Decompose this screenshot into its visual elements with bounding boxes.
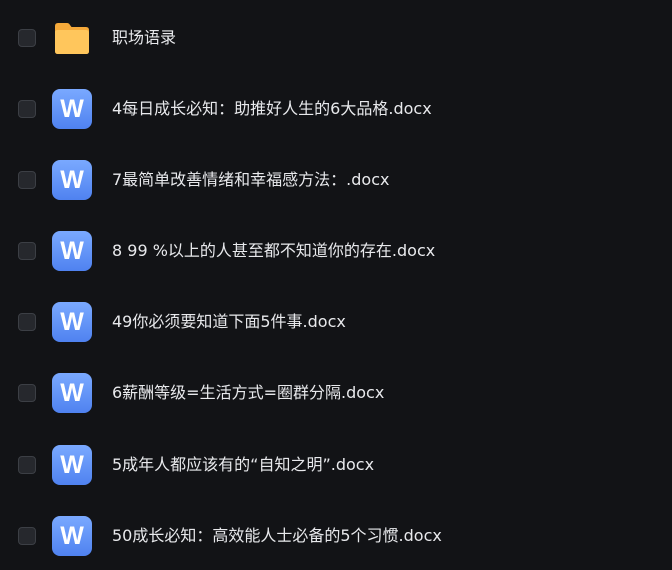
file-row[interactable]: W 4每日成长必知：助推好人生的6大品格.docx — [0, 81, 672, 137]
file-row[interactable]: 职场语录 — [0, 10, 672, 66]
file-name[interactable]: 49你必须要知道下面5件事.docx — [112, 294, 346, 350]
word-doc-icon: W — [52, 160, 92, 200]
file-name[interactable]: 50成长必知：高效能人士必备的5个习惯.docx — [112, 508, 442, 564]
row-checkbox[interactable] — [18, 171, 36, 189]
word-icon-letter: W — [60, 451, 84, 479]
file-list: 职场语录 W 4每日成长必知：助推好人生的6大品格.docx W 7最简单改善情… — [0, 0, 672, 570]
word-doc-icon: W — [52, 445, 92, 485]
file-row[interactable]: W 8 99 %以上的人甚至都不知道你的存在.docx — [0, 223, 672, 279]
word-doc-icon: W — [52, 373, 92, 413]
word-doc-icon: W — [52, 231, 92, 271]
row-checkbox[interactable] — [18, 527, 36, 545]
file-row[interactable]: W 5成年人都应该有的“自知之明”.docx — [0, 437, 672, 493]
word-icon-letter: W — [60, 237, 84, 265]
file-name[interactable]: 7最简单改善情绪和幸福感方法：.docx — [112, 152, 389, 208]
word-icon-letter: W — [60, 166, 84, 194]
file-row[interactable]: W 49你必须要知道下面5件事.docx — [0, 294, 672, 350]
file-row[interactable]: W 50成长必知：高效能人士必备的5个习惯.docx — [0, 508, 672, 564]
word-doc-icon: W — [52, 302, 92, 342]
word-icon-letter: W — [60, 379, 84, 407]
file-name[interactable]: 4每日成长必知：助推好人生的6大品格.docx — [112, 81, 432, 137]
file-name[interactable]: 职场语录 — [112, 10, 176, 66]
word-doc-icon: W — [52, 516, 92, 556]
file-name[interactable]: 5成年人都应该有的“自知之明”.docx — [112, 437, 374, 493]
folder-icon — [52, 18, 92, 58]
row-checkbox[interactable] — [18, 313, 36, 331]
row-checkbox[interactable] — [18, 384, 36, 402]
file-row[interactable]: W 7最简单改善情绪和幸福感方法：.docx — [0, 152, 672, 208]
row-checkbox[interactable] — [18, 242, 36, 260]
row-checkbox[interactable] — [18, 29, 36, 47]
word-doc-icon: W — [52, 89, 92, 129]
file-name[interactable]: 6薪酬等级=生活方式=圈群分隔.docx — [112, 365, 384, 421]
row-checkbox[interactable] — [18, 456, 36, 474]
word-icon-letter: W — [60, 308, 84, 336]
row-checkbox[interactable] — [18, 100, 36, 118]
file-name[interactable]: 8 99 %以上的人甚至都不知道你的存在.docx — [112, 223, 435, 279]
file-row[interactable]: W 6薪酬等级=生活方式=圈群分隔.docx — [0, 365, 672, 421]
word-icon-letter: W — [60, 522, 84, 550]
word-icon-letter: W — [60, 95, 84, 123]
